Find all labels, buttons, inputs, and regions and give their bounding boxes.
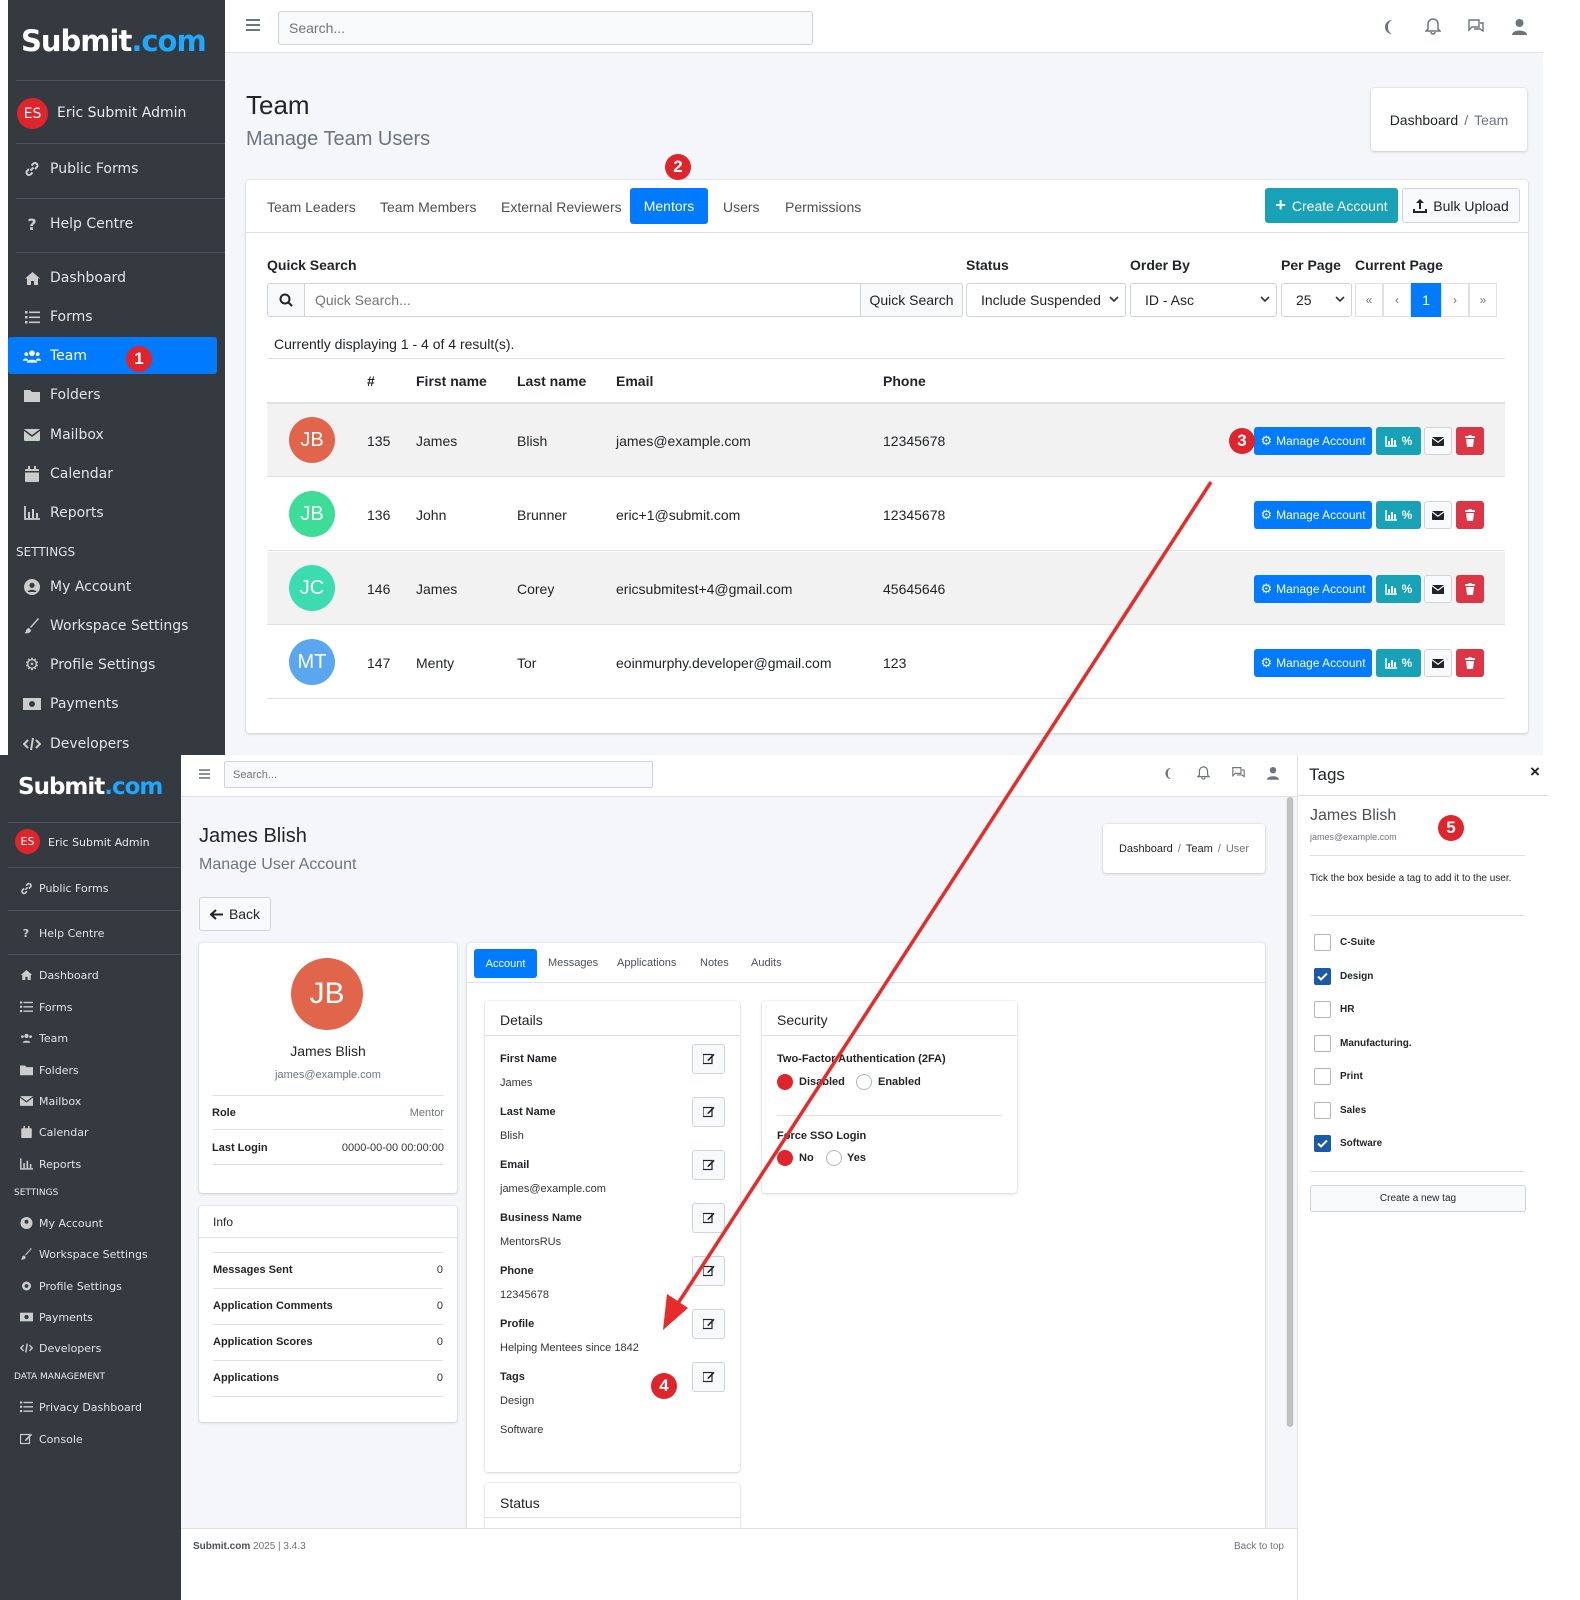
step-marker-4: 4 bbox=[651, 1373, 677, 1399]
step-marker-1: 1 bbox=[126, 346, 152, 372]
step-marker-5: 5 bbox=[1438, 815, 1464, 841]
annotation-arrow bbox=[663, 481, 1213, 1330]
step-marker-2: 2 bbox=[665, 154, 691, 180]
step-marker-3: 3 bbox=[1229, 428, 1255, 454]
